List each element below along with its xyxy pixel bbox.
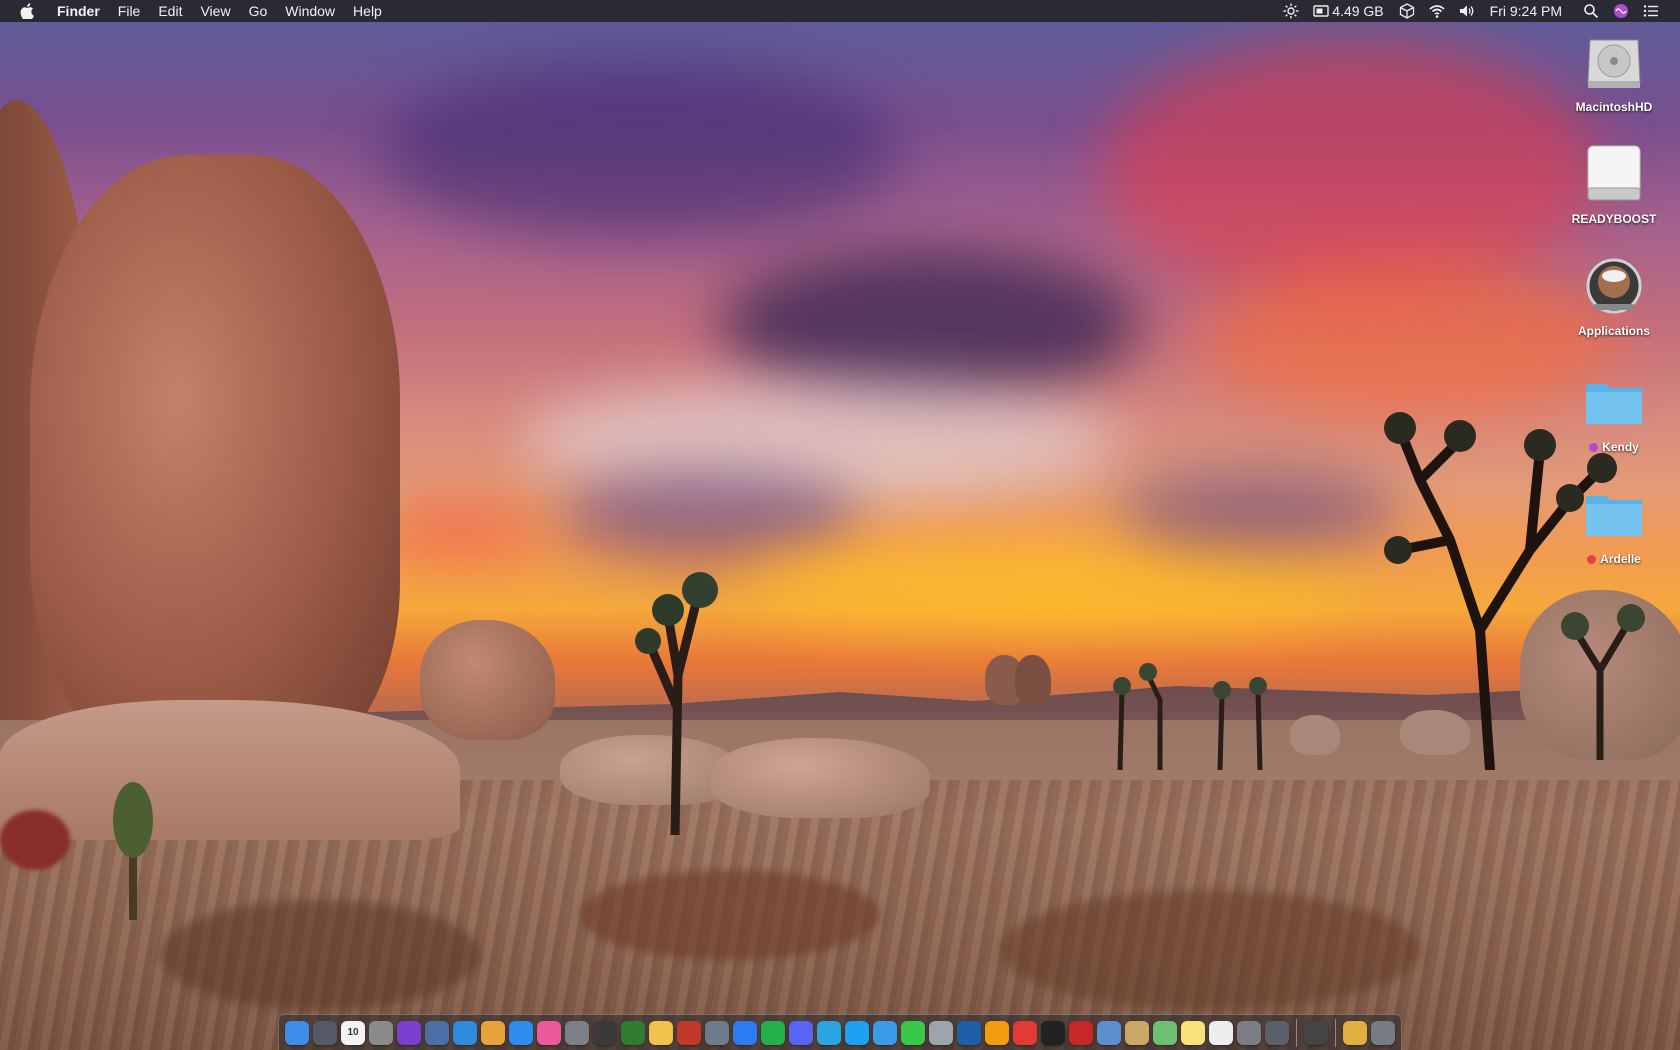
dock-launchpad-icon[interactable] [313,1020,337,1045]
dock-quicktime-icon[interactable] [957,1020,981,1045]
desktop[interactable]: Finder File Edit View Go Window Help 4.4… [0,0,1680,1050]
boulder [0,700,460,840]
sky-cloud [560,470,860,560]
cube-icon[interactable] [1392,3,1422,19]
dock-contacts-icon[interactable] [1125,1020,1149,1045]
dock-screen-recorder-icon[interactable] [1265,1020,1289,1045]
dock-itunes-icon[interactable] [537,1020,561,1045]
dock-twitter-icon[interactable] [845,1020,869,1045]
notification-center-icon[interactable] [1636,3,1666,19]
shrub [0,810,70,870]
desktop-icon-applications[interactable]: Applications [1558,254,1670,338]
spotlight-search-icon[interactable] [1576,3,1606,19]
dock-finder-icon[interactable] [285,1020,309,1045]
boulder [420,620,555,740]
menu-view[interactable]: View [191,0,239,22]
menu-go[interactable]: Go [240,0,277,22]
desktop-icon-macintosh-hd[interactable]: MacintoshHD [1558,30,1670,114]
dock-messenger-icon[interactable] [733,1020,757,1045]
dock-discord-icon[interactable] [789,1020,813,1045]
dock-photo-booth-icon[interactable] [677,1020,701,1045]
joshua-tree [1561,604,1645,760]
shrub [160,900,480,1010]
dock-whatsapp-icon[interactable] [761,1020,785,1045]
dock-activity-icon[interactable] [621,1020,645,1045]
dock-siri-icon[interactable] [397,1020,421,1045]
dock-textedit-icon[interactable] [1209,1020,1233,1045]
dock-folder-stack-icon[interactable] [1343,1020,1367,1045]
desktop-icon-kendy[interactable]: Kendy [1558,370,1670,454]
dock-separator [1296,1018,1297,1047]
applications-icon [1582,254,1646,318]
desktop-icon-label: Applications [1577,324,1650,338]
volume-icon[interactable] [1452,3,1482,19]
folder-icon [1582,482,1646,546]
menu-file[interactable]: File [109,0,150,22]
wifi-icon[interactable] [1422,3,1452,19]
boulder [1290,715,1340,755]
dock: 10 [278,1014,1402,1050]
siri-icon[interactable] [1606,3,1636,19]
boulder [710,738,930,818]
sky-cloud [380,500,540,560]
dock-system-preferences-icon[interactable] [1237,1020,1261,1045]
folder-icon [1582,370,1646,434]
dock-preview-2-icon[interactable] [1097,1020,1121,1045]
dock-app-store-icon[interactable] [509,1020,533,1045]
sky-cloud [740,540,1360,630]
desktop-icon-label: MacintoshHD [1575,100,1653,114]
dock-dashboard-icon[interactable] [593,1020,617,1045]
sky-cloud [720,250,1140,400]
shrub [1000,890,1420,1010]
boulder [30,155,400,765]
sky-cloud [380,60,900,240]
joshua-tree [635,572,718,835]
dock-trash-icon[interactable] [1371,1020,1395,1045]
desktop-icon-label: Ardelle [1600,552,1641,566]
desktop-icon-ardelle[interactable]: Ardelle [1558,482,1670,566]
menu-help[interactable]: Help [344,0,391,22]
dock-tweetbot-icon[interactable] [873,1020,897,1045]
hard-drive-icon [1582,30,1646,94]
external-drive-icon [1582,142,1646,206]
memory-chip-icon[interactable] [1306,3,1332,19]
apple-icon[interactable] [20,3,34,19]
dock-photos-icon[interactable] [649,1020,673,1045]
desktop-icon-label: READYBOOST [1571,212,1657,226]
dock-photo-tool-icon[interactable] [1069,1020,1093,1045]
small-joshua-tree [113,782,153,920]
dock-safari-icon[interactable] [453,1020,477,1045]
desktop-icon-readyboost[interactable]: READYBOOST [1558,142,1670,226]
memory-usage[interactable]: 4.49 GB [1332,0,1391,22]
desktop-icon-label: Kendy [1602,440,1639,454]
menu-app-finder[interactable]: Finder [48,0,109,22]
dock-home-icon[interactable] [985,1020,1009,1045]
dock-news-icon[interactable] [1013,1020,1037,1045]
dock-stocks-icon[interactable] [1041,1020,1065,1045]
joshua-tree [1113,663,1267,770]
brightness-icon[interactable] [1276,3,1306,19]
dock-calendar-icon[interactable]: 10 [341,1020,365,1045]
menu-edit[interactable]: Edit [149,0,191,22]
shrub [580,870,880,960]
dock-disk-utility-icon[interactable] [929,1020,953,1045]
sky-cloud [1100,40,1600,300]
boulder [1015,655,1051,705]
dock-facetime-icon[interactable] [901,1020,925,1045]
dock-notes-icon[interactable] [1181,1020,1205,1045]
dock-separator [1335,1018,1336,1047]
dock-preview-icon[interactable] [705,1020,729,1045]
purple-tag-dot [1589,443,1599,453]
dock-photos-globe-icon[interactable] [425,1020,449,1045]
dock-maps-icon[interactable] [1153,1020,1177,1045]
dock-mojave-app-icon[interactable] [1304,1020,1328,1045]
dock-telegram-icon[interactable] [817,1020,841,1045]
menu-window[interactable]: Window [276,0,344,22]
dock-system-info-icon[interactable] [369,1020,393,1045]
dock-cyberduck-icon[interactable] [481,1020,505,1045]
red-tag-dot [1587,555,1597,565]
dock-rocket-icon[interactable] [565,1020,589,1045]
menu-clock[interactable]: Fri 9:24 PM [1482,0,1576,22]
menu-bar: Finder File Edit View Go Window Help 4.4… [0,0,1680,22]
